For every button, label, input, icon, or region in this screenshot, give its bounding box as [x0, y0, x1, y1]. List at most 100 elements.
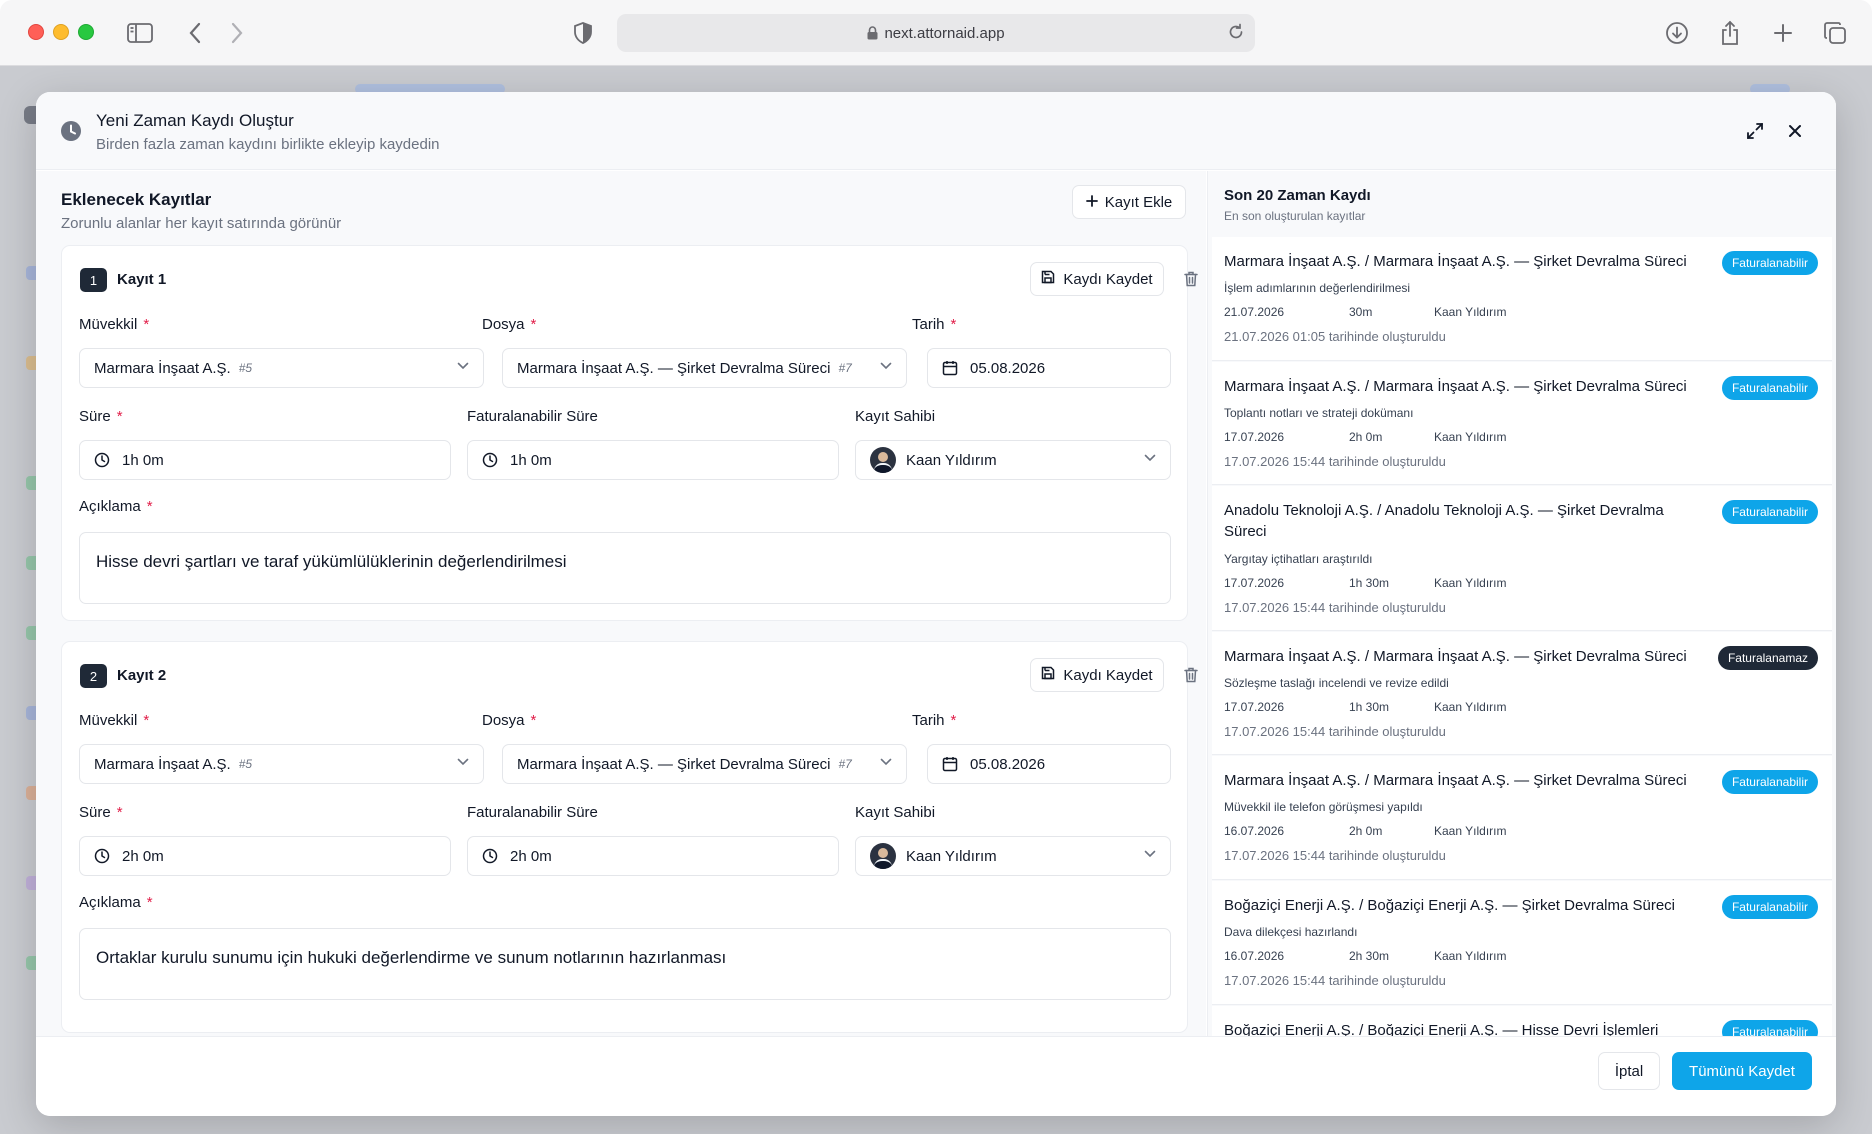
client-label: Müvekkil * — [79, 712, 150, 729]
entry-title: Boğaziçi Enerji A.Ş. / Boğaziçi Enerji A… — [1224, 1022, 1659, 1036]
clock-outline-icon — [482, 848, 498, 864]
close-icon[interactable] — [1784, 120, 1806, 142]
client-value: Marmara İnşaat A.Ş. — [94, 359, 231, 377]
modal-header: Yeni Zaman Kaydı Oluştur Birden fazla za… — [36, 92, 1836, 170]
date-label: Tarih * — [912, 712, 957, 729]
avatar — [870, 447, 896, 473]
time-entry-modal: Yeni Zaman Kaydı Oluştur Birden fazla za… — [36, 92, 1836, 1116]
back-icon[interactable] — [180, 18, 210, 48]
entry-title: Boğaziçi Enerji A.Ş. / Boğaziçi Enerji A… — [1224, 897, 1676, 914]
recent-entry[interactable]: Marmara İnşaat A.Ş. / Marmara İnşaat A.Ş… — [1212, 237, 1832, 361]
client-select[interactable]: Marmara İnşaat A.Ş. #5 — [79, 348, 484, 388]
record-card: 1 Kayıt 1 Kaydı Kaydet Müvekkil * Dosya * … — [61, 245, 1198, 621]
add-record-button[interactable]: Kayıt Ekle — [1072, 185, 1186, 219]
recent-entry[interactable]: Anadolu Teknoloji A.Ş. / Anadolu Teknolo… — [1212, 486, 1832, 631]
date-input[interactable]: 05.08.2026 — [927, 744, 1171, 784]
recent-entries-panel: Son 20 Zaman Kaydı En son oluşturulan ka… — [1207, 171, 1836, 1036]
floppy-disk-icon — [1041, 666, 1055, 684]
entry-user: Kaan Yıldırım — [1434, 949, 1507, 963]
modal-footer: İptal Tümünü Kaydet — [36, 1036, 1836, 1116]
entry-created: 17.07.2026 15:44 tarihinde oluşturuldu — [1224, 600, 1446, 615]
chevron-down-icon — [457, 362, 469, 370]
chevron-down-icon — [1144, 850, 1156, 858]
entry-description: Yargıtay içtihatları araştırıldı — [1224, 552, 1373, 566]
tab-overview-icon[interactable] — [1820, 18, 1850, 48]
file-select[interactable]: Marmara İnşaat A.Ş. — Şirket Devralma Sü… — [502, 744, 907, 784]
description-textarea[interactable]: Hisse devri şartları ve taraf yükümlülük… — [79, 532, 1171, 604]
expand-icon[interactable] — [1744, 120, 1766, 142]
recent-entry[interactable]: Marmara İnşaat A.Ş. / Marmara İnşaat A.Ş… — [1212, 362, 1832, 485]
add-record-label: Kayıt Ekle — [1104, 193, 1173, 211]
downloads-icon[interactable] — [1662, 18, 1692, 48]
cancel-button[interactable]: İptal — [1598, 1052, 1660, 1090]
billable-duration-input[interactable]: 1h 0m — [467, 440, 839, 480]
forward-icon[interactable] — [222, 18, 252, 48]
save-all-button[interactable]: Tümünü Kaydet — [1672, 1052, 1812, 1090]
owner-select[interactable]: Kaan Yıldırım — [855, 440, 1171, 480]
trash-icon[interactable] — [1180, 664, 1202, 686]
recent-entry[interactable]: Boğaziçi Enerji A.Ş. / Boğaziçi Enerji A… — [1212, 881, 1832, 1005]
privacy-shield-icon[interactable] — [568, 18, 598, 48]
description-textarea[interactable]: Ortaklar kurulu sunumu için hukuki değer… — [79, 928, 1171, 1000]
record-number: 2 — [80, 664, 107, 688]
recent-entry[interactable]: Marmara İnşaat A.Ş. / Marmara İnşaat A.Ş… — [1212, 632, 1832, 755]
window-minimize-button[interactable] — [53, 24, 69, 40]
owner-value: Kaan Yıldırım — [906, 451, 997, 469]
sidebar-toggle-icon[interactable] — [125, 18, 155, 48]
status-badge: Faturalanabilir — [1721, 770, 1818, 794]
save-record-label: Kaydı Kaydet — [1063, 270, 1153, 288]
modal-subtitle: Birden fazla zaman kaydını birlikte ekle… — [96, 136, 440, 153]
clock-outline-icon — [482, 452, 498, 468]
file-id: #7 — [838, 757, 852, 771]
chevron-down-icon — [1144, 454, 1156, 462]
entry-user: Kaan Yıldırım — [1434, 305, 1507, 319]
address-bar[interactable]: next.attornaid.app — [617, 14, 1255, 52]
entry-created: 17.07.2026 15:44 tarihinde oluşturuldu — [1224, 454, 1446, 469]
calendar-icon — [942, 756, 958, 772]
status-badge: Faturalanabilir — [1721, 500, 1818, 524]
window-zoom-button[interactable] — [78, 24, 94, 40]
save-record-button[interactable]: Kaydı Kaydet — [1030, 658, 1164, 692]
new-tab-icon[interactable] — [1768, 18, 1798, 48]
status-badge: Faturalanabilir — [1721, 1020, 1818, 1036]
entry-duration: 30m — [1349, 305, 1373, 319]
save-record-button[interactable]: Kaydı Kaydet — [1030, 262, 1164, 296]
description-label: Açıklama * — [79, 498, 153, 515]
lock-icon — [867, 26, 878, 40]
window-close-button[interactable] — [28, 24, 44, 40]
owner-select[interactable]: Kaan Yıldırım — [855, 836, 1171, 876]
recent-entry[interactable]: Boğaziçi Enerji A.Ş. / Boğaziçi Enerji A… — [1212, 1006, 1832, 1036]
duration-label: Süre * — [79, 408, 123, 425]
client-id: #5 — [238, 361, 253, 375]
duration-input[interactable]: 1h 0m — [79, 440, 451, 480]
entry-created: 17.07.2026 15:44 tarihinde oluşturuldu — [1224, 724, 1446, 739]
entry-date: 16.07.2026 — [1224, 949, 1285, 963]
share-icon[interactable] — [1715, 18, 1745, 48]
billable-label: Faturalanabilir Süre — [467, 804, 598, 821]
trash-icon[interactable] — [1180, 268, 1202, 290]
entry-description: Müvekkil ile telefon görüşmesi yapıldı — [1224, 800, 1423, 814]
entry-description: Sözleşme taslağı incelendi ve revize edi… — [1224, 676, 1449, 690]
entries-subtitle: Zorunlu alanlar her kayıt satırında görü… — [61, 215, 342, 232]
client-label: Müvekkil * — [79, 316, 150, 333]
client-select[interactable]: Marmara İnşaat A.Ş. #5 — [79, 744, 484, 784]
entry-created: 17.07.2026 15:44 tarihinde oluşturuldu — [1224, 973, 1446, 988]
owner-value: Kaan Yıldırım — [906, 847, 997, 865]
duration-value: 1h 0m — [122, 451, 164, 469]
date-input[interactable]: 05.08.2026 — [927, 348, 1171, 388]
status-badge: Faturalanabilir — [1721, 376, 1818, 400]
duration-label: Süre * — [79, 804, 123, 821]
owner-label: Kayıt Sahibi — [855, 804, 936, 821]
status-badge: Faturalanabilir — [1721, 895, 1818, 919]
duration-value: 2h 0m — [122, 847, 164, 865]
file-select[interactable]: Marmara İnşaat A.Ş. — Şirket Devralma Sü… — [502, 348, 907, 388]
entry-description: İşlem adımlarının değerlendirilmesi — [1224, 281, 1411, 295]
client-value: Marmara İnşaat A.Ş. — [94, 755, 231, 773]
status-badge: Faturalanamaz — [1717, 646, 1818, 670]
recent-entry[interactable]: Marmara İnşaat A.Ş. / Marmara İnşaat A.Ş… — [1212, 756, 1832, 880]
date-value: 05.08.2026 — [970, 359, 1046, 377]
duration-input[interactable]: 2h 0m — [79, 836, 451, 876]
reload-icon[interactable] — [1227, 23, 1245, 41]
billable-duration-input[interactable]: 2h 0m — [467, 836, 839, 876]
entry-user: Kaan Yıldırım — [1434, 824, 1507, 838]
